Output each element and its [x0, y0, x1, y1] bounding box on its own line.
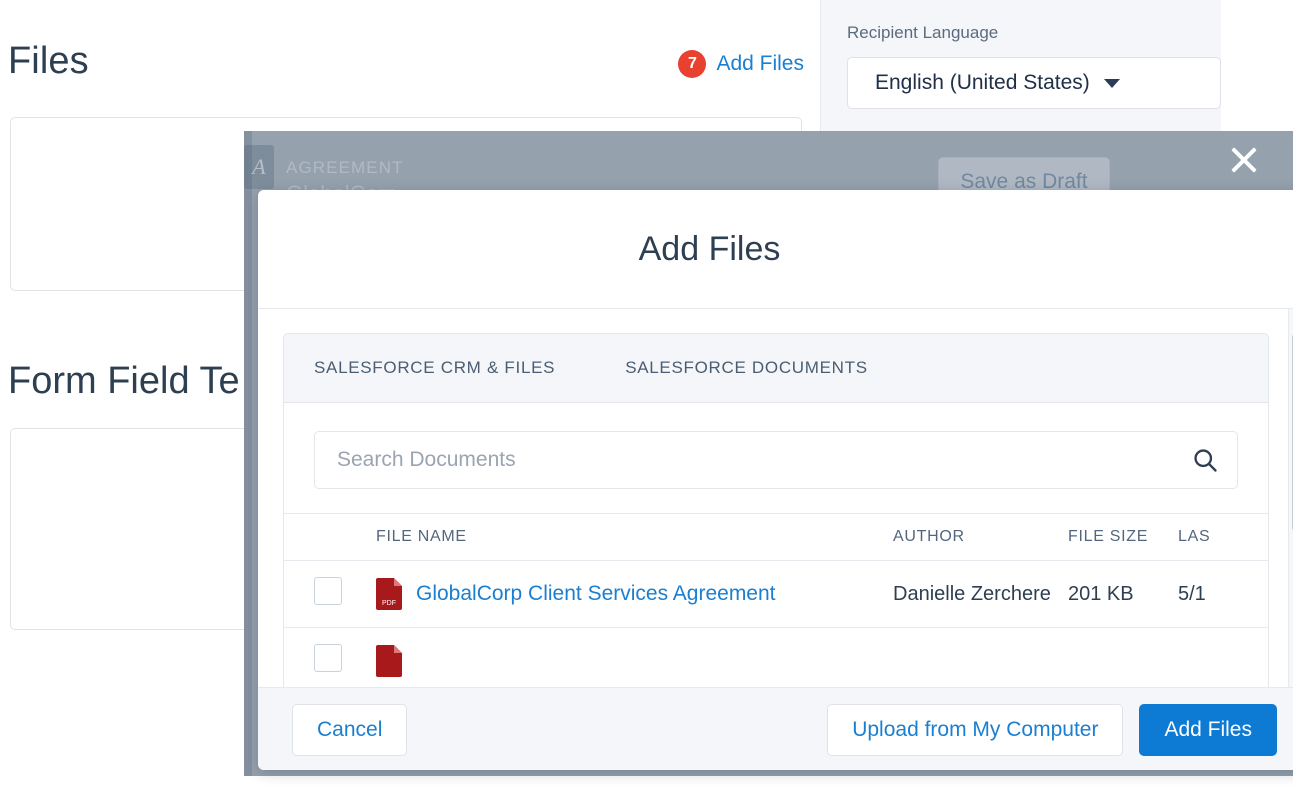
files-count-badge: 7 [678, 50, 706, 78]
modal-body-scrollbar[interactable] [1288, 309, 1293, 687]
file-source-tabs: SALESFORCE CRM & FILES SALESFORCE DOCUME… [284, 334, 1268, 403]
pdf-file-icon [376, 645, 402, 677]
row-file-name-cell: PDF GlobalCorp Client Services Agreement [376, 561, 893, 628]
column-file-name[interactable]: FILE NAME [376, 514, 893, 561]
row-file-name-link[interactable]: GlobalCorp Client Services Agreement [416, 582, 776, 606]
table-row[interactable] [284, 628, 1268, 688]
close-icon[interactable] [1226, 142, 1262, 178]
recipient-language-panel: Recipient Language English (United State… [820, 0, 1221, 133]
table-header-row: FILE NAME AUTHOR FILE SIZE LAS [284, 514, 1268, 561]
scroll-up-icon[interactable] [1289, 311, 1293, 333]
add-files-modal: Add Files SALESFORCE CRM & FILES SALESFO… [258, 190, 1293, 770]
pdf-file-icon: PDF [376, 578, 402, 610]
search-box[interactable] [314, 431, 1238, 489]
tab-salesforce-crm-and-files[interactable]: SALESFORCE CRM & FILES [314, 358, 555, 378]
recipient-language-select[interactable]: English (United States) [847, 57, 1221, 109]
form-field-template-heading: Form Field Te [8, 362, 240, 400]
modal-body: SALESFORCE CRM & FILES SALESFORCE DOCUME… [258, 309, 1293, 687]
upload-from-my-computer-button[interactable]: Upload from My Computer [827, 704, 1123, 756]
svg-text:PDF: PDF [382, 600, 396, 607]
recipient-language-value: English (United States) [875, 71, 1090, 95]
table-row[interactable]: PDF GlobalCorp Client Services Agreement… [284, 561, 1268, 628]
row-last-modified: 5/1 [1178, 561, 1268, 628]
chevron-down-icon [1104, 79, 1120, 88]
modal-title: Add Files [639, 230, 781, 269]
documents-table: FILE NAME AUTHOR FILE SIZE LAS [284, 513, 1268, 687]
tab-salesforce-documents[interactable]: SALESFORCE DOCUMENTS [625, 358, 868, 378]
row-file-size [1068, 628, 1178, 688]
cancel-button[interactable]: Cancel [292, 704, 407, 756]
column-select [284, 514, 376, 561]
scroll-down-icon[interactable] [1289, 663, 1293, 685]
search-icon[interactable] [1191, 446, 1219, 474]
search-input[interactable] [335, 447, 1191, 473]
row-author: Danielle Zerchere [893, 561, 1068, 628]
row-select-cell[interactable] [284, 561, 376, 628]
obscured-left-rail [244, 131, 252, 776]
add-files-button[interactable]: Add Files [1139, 704, 1277, 756]
add-files-link[interactable]: Add Files [716, 52, 804, 76]
file-browser-card: SALESFORCE CRM & FILES SALESFORCE DOCUME… [283, 333, 1269, 687]
modal-footer: Cancel Upload from My Computer Add Files [258, 687, 1293, 770]
column-author[interactable]: AUTHOR [893, 514, 1068, 561]
row-file-name-cell [376, 628, 893, 688]
row-file-size: 201 KB [1068, 561, 1178, 628]
agreement-logo-icon: A [244, 145, 274, 189]
row-last-modified [1178, 628, 1268, 688]
files-section-heading: Files [8, 42, 89, 80]
column-file-size[interactable]: FILE SIZE [1068, 514, 1178, 561]
obscured-agreement-label: AGREEMENT [286, 158, 404, 178]
modal-header: Add Files [258, 190, 1293, 309]
column-last-modified[interactable]: LAS [1178, 514, 1268, 561]
row-select-cell[interactable] [284, 628, 376, 688]
row-checkbox[interactable] [314, 577, 342, 605]
add-files-action[interactable]: 7 Add Files [678, 50, 804, 78]
search-area [284, 403, 1268, 489]
row-checkbox[interactable] [314, 644, 342, 672]
row-author [893, 628, 1068, 688]
screen: Files 7 Add Files Form Field Te Recipien… [0, 0, 1293, 787]
recipient-language-label: Recipient Language [847, 23, 998, 43]
